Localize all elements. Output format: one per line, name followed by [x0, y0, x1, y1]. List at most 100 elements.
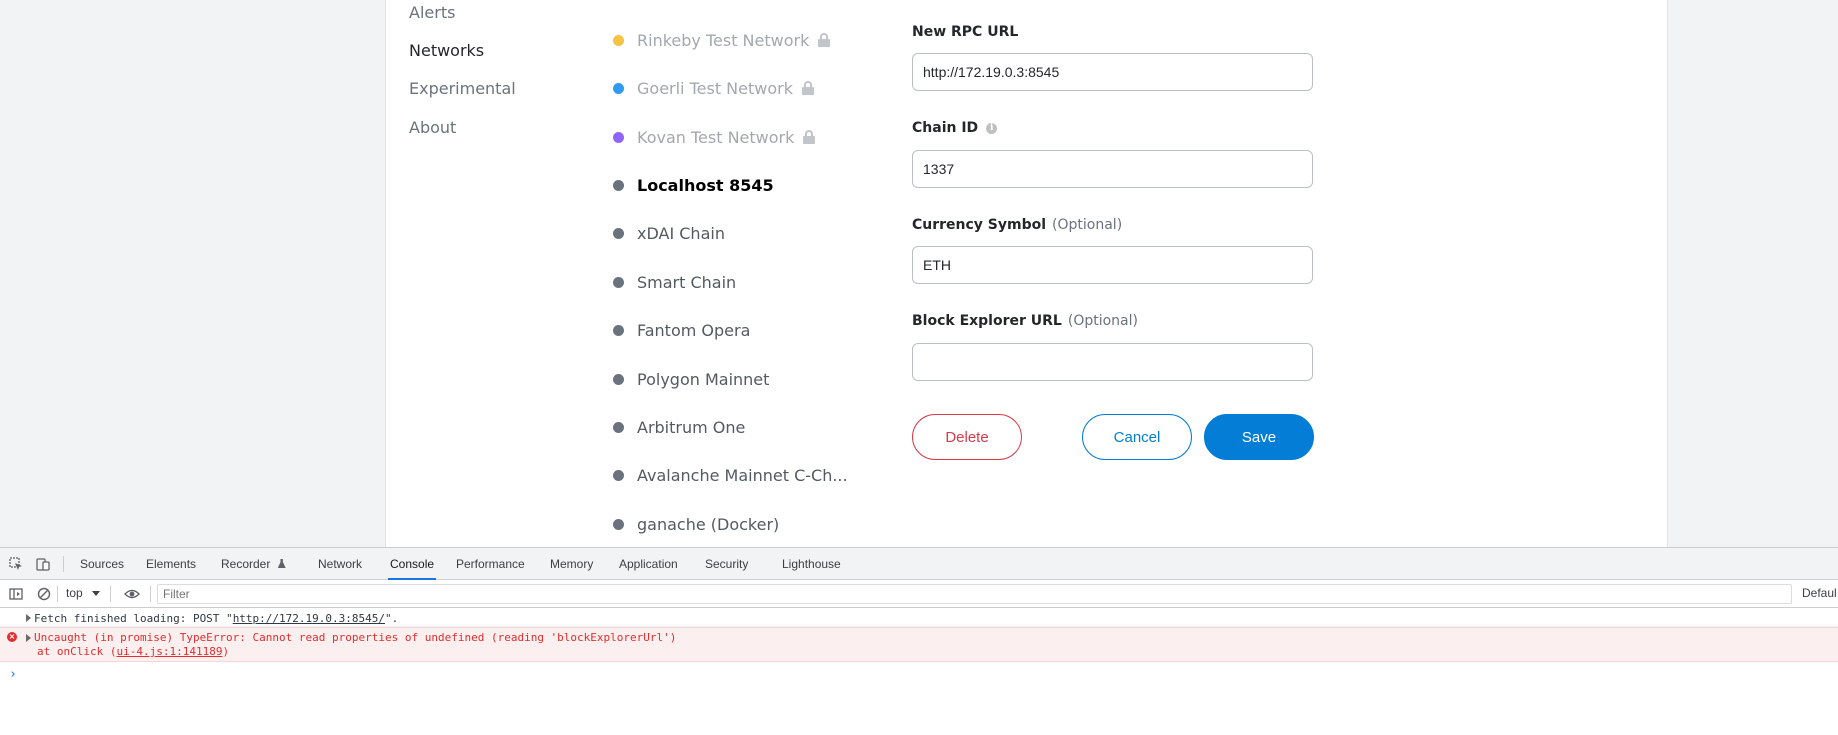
context-selector[interactable]: top — [66, 586, 101, 600]
info-icon[interactable]: i — [986, 122, 998, 134]
tab-console[interactable]: Console — [387, 548, 437, 580]
tab-application[interactable]: Application — [619, 548, 678, 580]
network-item-polygon[interactable]: Polygon Mainnet — [613, 367, 769, 391]
menu-item-about[interactable]: About — [409, 118, 456, 137]
tab-lighthouse[interactable]: Lighthouse — [782, 548, 841, 580]
tab-recorder[interactable]: Recorder — [221, 548, 286, 580]
error-stack-prefix: at onClick ( — [37, 645, 117, 658]
network-status-dot — [613, 82, 624, 94]
error-icon: × — [7, 632, 17, 642]
log-levels-dropdown[interactable]: Defaul — [1802, 586, 1837, 600]
network-name: ganache (Docker) — [637, 514, 780, 534]
network-item-goerli[interactable]: Goerli Test Network — [613, 76, 814, 100]
lock-icon — [801, 81, 814, 95]
menu-item-alerts[interactable]: Alerts — [409, 3, 455, 22]
rpc-url-label-text: New RPC URL — [912, 24, 1019, 40]
toolbar-divider — [57, 586, 58, 602]
console-error-message: × Uncaught (in promise) TypeError: Canno… — [0, 627, 1838, 662]
network-name: Polygon Mainnet — [637, 369, 770, 389]
tab-network[interactable]: Network — [318, 548, 362, 580]
network-status-dot — [613, 227, 624, 239]
tab-performance[interactable]: Performance — [456, 548, 525, 580]
block-explorer-label: Block Explorer URL (Optional) — [912, 313, 1138, 329]
cancel-button[interactable]: Cancel — [1082, 414, 1192, 460]
save-button[interactable]: Save — [1204, 414, 1314, 460]
rpc-url-label: New RPC URL — [912, 24, 1018, 40]
show-sidebar-icon[interactable] — [9, 587, 23, 601]
network-name: Smart Chain — [637, 272, 737, 292]
network-item-localhost[interactable]: Localhost 8545 — [613, 173, 774, 197]
context-selector-value: top — [66, 586, 83, 600]
menu-item-networks[interactable]: Networks — [409, 41, 484, 60]
log-text-suffix: ". — [385, 612, 399, 625]
network-item-rinkeby[interactable]: Rinkeby Test Network — [613, 28, 831, 52]
lock-icon — [818, 33, 831, 47]
flask-icon — [277, 559, 286, 568]
optional-hint: (Optional) — [1067, 313, 1138, 329]
rpc-url-input[interactable] — [912, 53, 1313, 91]
network-status-dot — [613, 131, 624, 143]
optional-hint: (Optional) — [1052, 217, 1123, 233]
network-name: Fantom Opera — [637, 320, 751, 340]
network-item-fantom[interactable]: Fantom Opera — [613, 318, 750, 342]
network-name: Kovan Test Network — [637, 127, 795, 147]
devtools-tabbar: Sources Elements Recorder Network Consol… — [0, 548, 1838, 580]
network-status-dot — [613, 518, 624, 530]
console-prompt-icon[interactable]: › — [9, 667, 17, 682]
chain-id-label-text: Chain ID — [912, 120, 979, 136]
network-item-smart-chain[interactable]: Smart Chain — [613, 270, 736, 294]
network-name: Localhost 8545 — [637, 175, 774, 195]
toolbar-divider — [110, 586, 111, 602]
metamask-settings-page: Alerts Networks Experimental About Rinke… — [0, 0, 1838, 547]
log-text-prefix: Fetch finished loading: POST " — [34, 612, 233, 625]
network-item-kovan[interactable]: Kovan Test Network — [613, 125, 816, 149]
log-url-link[interactable]: http://172.19.0.3:8545/ — [233, 612, 385, 625]
clear-console-icon[interactable] — [37, 587, 51, 601]
network-name: Avalanche Mainnet C-Ch... — [637, 465, 848, 485]
tab-elements[interactable]: Elements — [146, 548, 196, 580]
tab-memory[interactable]: Memory — [550, 548, 593, 580]
dropdown-arrow-icon — [92, 591, 101, 597]
menu-item-experimental[interactable]: Experimental — [409, 79, 516, 98]
network-item-ganache[interactable]: ganache (Docker) — [613, 512, 779, 536]
currency-symbol-label: Currency Symbol (Optional) — [912, 217, 1122, 233]
currency-symbol-label-text: Currency Symbol — [912, 217, 1047, 233]
network-name: Arbitrum One — [637, 417, 746, 437]
network-name: Rinkeby Test Network — [637, 30, 810, 50]
source-link[interactable]: ui-4.js:1:141189 — [116, 645, 222, 658]
inspect-element-icon[interactable] — [9, 557, 23, 571]
expand-triangle-icon[interactable] — [26, 614, 31, 622]
network-status-dot — [613, 373, 624, 385]
expand-triangle-icon[interactable] — [26, 634, 31, 642]
chain-id-label: Chain ID i — [912, 120, 998, 136]
error-stack: at onClick (ui-4.js:1:141189) — [37, 645, 229, 658]
currency-symbol-input[interactable] — [912, 246, 1313, 284]
network-item-xdai[interactable]: xDAI Chain — [613, 221, 725, 245]
network-status-dot — [613, 421, 624, 433]
block-explorer-label-text: Block Explorer URL — [912, 313, 1062, 329]
console-filter-input[interactable] — [157, 584, 1792, 604]
error-text: Uncaught (in promise) TypeError: Cannot … — [34, 631, 677, 644]
tab-recorder-label: Recorder — [221, 557, 271, 571]
network-item-avalanche[interactable]: Avalanche Mainnet C-Ch... — [613, 463, 848, 487]
network-item-arbitrum[interactable]: Arbitrum One — [613, 415, 745, 439]
network-status-dot — [613, 324, 624, 336]
toolbar-divider — [150, 586, 151, 602]
tab-sources[interactable]: Sources — [80, 548, 124, 580]
toolbar-divider — [63, 556, 64, 572]
tab-security[interactable]: Security — [705, 548, 748, 580]
live-expression-eye-icon[interactable] — [124, 587, 140, 601]
network-status-dot — [613, 276, 624, 288]
chain-id-input[interactable] — [912, 150, 1313, 188]
device-toolbar-icon[interactable] — [36, 557, 50, 571]
network-status-dot — [613, 34, 624, 46]
block-explorer-input[interactable] — [912, 343, 1313, 381]
network-name: Goerli Test Network — [637, 78, 793, 98]
network-status-dot — [613, 469, 624, 481]
console-log-message: Fetch finished loading: POST "http://172… — [0, 610, 1838, 627]
lock-icon — [803, 130, 816, 144]
devtools-panel: Sources Elements Recorder Network Consol… — [0, 547, 1838, 735]
error-stack-suffix: ) — [222, 645, 230, 658]
delete-button[interactable]: Delete — [912, 414, 1022, 460]
console-toolbar: top Defaul — [0, 580, 1838, 608]
